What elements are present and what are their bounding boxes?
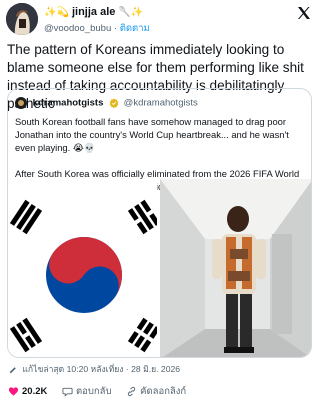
author-name[interactable]: jinjja ale (72, 6, 115, 18)
avatar-image (6, 3, 38, 35)
heart-icon (8, 387, 19, 396)
verified-badge-icon (109, 98, 119, 108)
tweet-header: ✨💫 jinjja ale 🥄✨ @voodoo_bubu · ติดตาม (6, 3, 314, 35)
tweet-timestamp[interactable]: แก้ไขล่าสุด 10:20 หลังเที่ยง · 28 มิ.ย. … (22, 364, 180, 374)
reply-icon (62, 387, 73, 397)
reply-label: ตอบกลับ (76, 386, 112, 397)
tweet-timestamp-row: แก้ไขล่าสุด 10:20 หลังเที่ยง · 28 มิ.ย. … (9, 362, 180, 376)
media-korean-flag[interactable] (8, 179, 161, 357)
like-button[interactable]: 20.2K (8, 386, 47, 397)
action-bar: 20.2K ตอบกลับ คัดลอกลิงก์ (8, 384, 198, 398)
copy-link-button[interactable]: คัดลอกลิงก์ (126, 384, 186, 399)
korean-flag-image (8, 179, 161, 357)
quoted-handle[interactable]: @kdramahotgists (124, 98, 198, 109)
media-player-photo[interactable] (160, 179, 311, 357)
author-handle-row: @voodoo_bubu · ติดตาม (44, 23, 150, 34)
author-name-row[interactable]: ✨💫 jinjja ale 🥄✨ (44, 6, 143, 18)
quoted-name[interactable]: kdramahotgists (33, 98, 104, 109)
name-decoration-left: ✨💫 (44, 7, 69, 18)
player-photo-image (160, 179, 311, 357)
copy-link-label: คัดลอกลิงก์ (140, 386, 187, 397)
quoted-avatar[interactable] (15, 97, 27, 109)
quoted-header: kdramahotgists @kdramahotgists (15, 97, 198, 111)
author-handle[interactable]: @voodoo_bubu (44, 23, 111, 34)
reply-button[interactable]: ตอบกลับ (62, 384, 112, 399)
name-decoration-right: 🥄✨ (118, 7, 144, 18)
author-avatar[interactable] (6, 3, 38, 35)
link-icon (127, 386, 136, 397)
quoted-paragraph-1: South Korean football fans have somehow … (15, 116, 289, 153)
edited-pencil-icon (9, 366, 16, 373)
like-count: 20.2K (22, 386, 48, 397)
quoted-tweet[interactable]: kdramahotgists @kdramahotgists South Kor… (7, 88, 312, 358)
x-logo-icon[interactable] (296, 5, 312, 21)
follow-button[interactable]: ติดตาม (120, 23, 150, 34)
